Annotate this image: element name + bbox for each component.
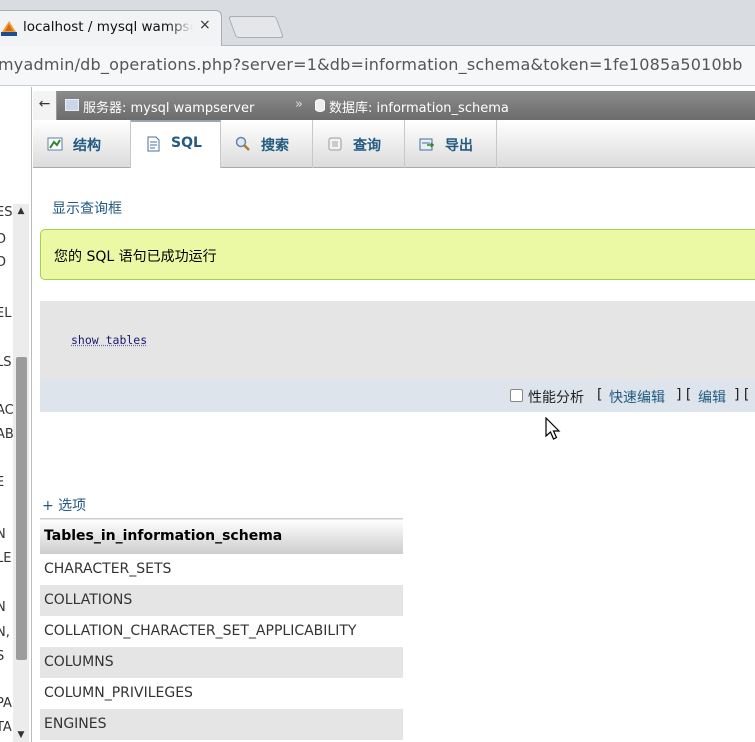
breadcrumb-separator: » [295,97,303,112]
results-table: Tables_in_information_schema CHARACTER_S… [40,518,403,740]
browser-tab-strip: localhost / mysql wampserver × [0,0,755,46]
table-row[interactable]: ENGINES [40,709,403,740]
breadcrumb: ← 服务器: mysql wampserver » 数据库: informati… [33,91,755,120]
tab-label: 搜索 [261,135,289,155]
table-row[interactable]: CHARACTER_SETS [40,554,403,585]
table-row[interactable]: COLLATIONS [40,585,403,616]
tab-label: 导出 [445,135,473,155]
table-row[interactable]: COLUMNS [40,647,403,678]
mouse-cursor-icon [545,417,563,443]
scroll-thumb[interactable] [16,357,27,660]
nav-item[interactable]: N [0,527,6,542]
nav-item[interactable]: E [0,475,4,490]
nav-item[interactable]: N, [0,625,10,640]
nav-item[interactable]: EL [0,306,11,321]
sql-query-tools: 性能分析 [ 快速编辑 ] [ 编辑 ] [ [40,380,755,412]
scroll-down-arrow-icon[interactable]: ▼ [13,728,29,742]
nav-scrollbar[interactable]: ▲ ▼ [13,204,29,742]
collapse-navigation-button[interactable]: ← [33,91,57,120]
tab-close-icon[interactable]: × [199,17,211,33]
bracket-close-open: ] [ [734,387,749,403]
column-header[interactable]: Tables_in_information_schema [40,519,403,554]
nav-item[interactable]: LS [0,355,12,370]
success-message-text: 您的 SQL 语句已成功运行 [54,246,217,266]
nav-item[interactable]: D [0,232,6,247]
nav-item[interactable]: TA [0,720,12,735]
nav-item[interactable]: LE [0,551,11,566]
navigation-panel: ES D D EL LS AC AB E N LE N N, S PA TA ▲… [0,87,32,742]
sql-icon [145,136,161,152]
tab-label: 查询 [353,135,381,155]
scroll-up-arrow-icon[interactable]: ▲ [13,204,29,218]
breadcrumb-server-link[interactable]: 服务器: mysql wampserver [83,97,254,116]
main-content: ← 服务器: mysql wampserver » 数据库: informati… [33,87,755,742]
table-cell: COLLATIONS [40,585,403,616]
table-cell: COLLATION_CHARACTER_SET_APPLICABILITY [40,616,403,647]
nav-item[interactable]: PA [0,696,12,711]
nav-item[interactable]: S [0,649,4,664]
address-bar[interactable]: myadmin/db_operations.php?server=1&db=in… [0,46,755,86]
tab-label: 结构 [73,135,101,155]
structure-icon [47,136,63,152]
search-icon [235,136,251,152]
database-icon [315,99,325,112]
profiling-checkbox[interactable] [510,389,523,402]
tab-label: SQL [171,135,202,151]
table-row[interactable]: COLUMN_PRIVILEGES [40,678,403,709]
sql-query-text[interactable]: show tables [71,333,147,347]
tab-search[interactable]: 搜索 [221,120,313,168]
nav-item[interactable]: D [0,255,6,270]
server-icon [65,99,79,111]
profiling-label: 性能分析 [528,387,584,407]
new-tab-button[interactable] [228,16,284,38]
inline-edit-link[interactable]: 快速编辑 [609,387,665,407]
browser-tab[interactable]: localhost / mysql wampserver × [0,10,222,46]
table-cell: ENGINES [40,709,403,740]
nav-item[interactable]: AB [0,427,14,442]
breadcrumb-database-link[interactable]: 数据库: information_schema [329,97,509,116]
success-message: 您的 SQL 语句已成功运行 [40,229,755,280]
bracket-close-open: ] [ [676,387,691,403]
nav-item[interactable]: ES [0,205,12,220]
tab-query[interactable]: 查询 [313,120,405,168]
export-icon [419,136,435,152]
sql-query-display: show tables [40,301,755,380]
bracket-open: [ [597,387,602,403]
nav-item[interactable]: AC [0,403,14,418]
tab-sql[interactable]: SQL [131,120,221,168]
table-cell: COLUMN_PRIVILEGES [40,678,403,709]
table-row[interactable]: COLLATION_CHARACTER_SET_APPLICABILITY [40,616,403,647]
tab-title: localhost / mysql wampserver [23,19,193,35]
nav-item[interactable]: N [0,600,6,615]
show-query-box-link[interactable]: 显示查询框 [52,198,122,218]
url-text[interactable]: myadmin/db_operations.php?server=1&db=in… [0,55,743,74]
query-icon [327,136,343,152]
tab-export[interactable]: 导出 [405,120,497,168]
edit-link[interactable]: 编辑 [698,387,726,407]
table-cell: CHARACTER_SETS [40,554,403,585]
options-toggle-link[interactable]: + 选项 [42,495,86,515]
top-menu: 结构 SQL 搜索 查询 导出 [33,120,755,168]
tab-structure[interactable]: 结构 [33,120,131,168]
phpmyadmin-favicon-icon [1,20,17,36]
table-cell: COLUMNS [40,647,403,678]
